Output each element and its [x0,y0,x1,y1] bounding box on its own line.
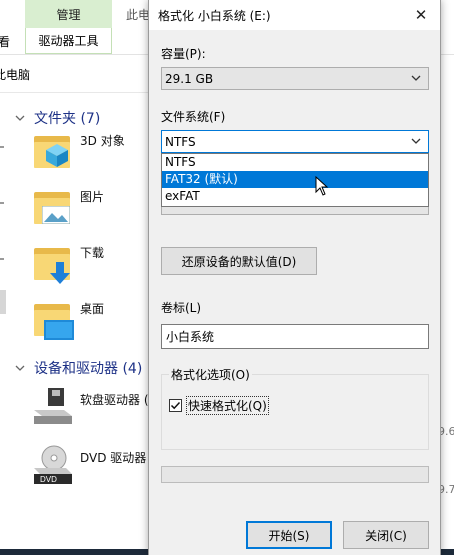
filesystem-option-ntfs[interactable]: NTFS [162,154,428,171]
quick-format-checkbox-row[interactable]: 快速格式化(Q) [169,396,269,415]
chevron-down-icon [411,75,421,81]
3d-objects-folder-icon [30,130,74,174]
device-item-label: 软盘驱动器 ( [80,392,149,407]
folder-item-pictures[interactable]: 图片 [30,186,104,230]
ribbon-tab-manage-label: 管理 [56,7,81,22]
volume-label-value: 小白系统 [166,330,215,344]
format-dialog: 格式化 小白系统 (E:) ✕ 容量(P): 29.1 GB 文件系统(F) N… [148,0,441,555]
ribbon-tab-manage[interactable]: 管理 [25,0,112,28]
filesystem-select[interactable]: NTFS [161,130,429,153]
close-icon[interactable]: ✕ [402,0,440,30]
restore-defaults-button[interactable]: 还原设备的默认值(D) [161,247,317,275]
chevron-down-icon [15,115,25,121]
chevron-down-icon [15,365,25,371]
address-divider [0,92,150,93]
capacity-select[interactable]: 29.1 GB [161,67,429,90]
dvd-drive-icon: DVD [30,442,74,486]
mouse-cursor-icon [315,176,329,196]
filesystem-option-exfat[interactable]: exFAT [162,188,428,205]
device-item-dvd[interactable]: DVD DVD 驱动器 [30,442,146,486]
nav-pane-marker [0,146,4,148]
volume-label-input[interactable]: 小白系统 [161,324,429,349]
close-button[interactable]: 关闭(C) [343,521,429,549]
device-item-floppy[interactable]: 软盘驱动器 ( [30,384,149,428]
quick-format-label: 快速格式化(Q) [186,396,269,415]
filesystem-label: 文件系统(F) [161,110,226,124]
device-item-label: DVD 驱动器 [80,450,147,465]
address-bar[interactable]: 此电脑 [0,62,150,86]
folder-item-label: 3D 对象 [80,133,125,148]
capacity-value: 29.1 GB [165,71,214,86]
ribbon-drive-tools-label: 驱动器工具 [38,34,99,48]
folder-item-desktop[interactable]: 桌面 [30,298,104,342]
folder-item-3d-objects[interactable]: 3D 对象 [30,130,125,174]
pictures-folder-icon [30,186,74,230]
folder-item-downloads[interactable]: 下载 [30,242,104,286]
quick-format-checkbox[interactable] [169,399,182,412]
folder-item-label: 桌面 [80,301,105,316]
address-text: 此电脑 [0,67,31,82]
ribbon-tab-this-pc[interactable]: 此电 [126,6,150,23]
dialog-title: 格式化 小白系统 (E:) [158,8,271,23]
filesystem-option-fat32[interactable]: FAT32 (默认) [162,171,428,188]
group-header-devices[interactable]: 设备和驱动器 (4) [14,358,142,378]
downloads-folder-icon [30,242,74,286]
filesystem-dropdown-list: NTFS FAT32 (默认) exFAT [161,153,429,207]
nav-pane-marker [0,258,4,260]
svg-text:DVD: DVD [40,475,57,484]
checkmark-icon [170,401,181,410]
volume-label-label: 卷标(L) [161,301,202,315]
folder-item-label: 图片 [80,189,105,204]
ribbon-tab-view[interactable]: 查看 [0,28,24,54]
start-button[interactable]: 开始(S) [246,521,332,549]
format-options-label: 格式化选项(O) [169,366,252,383]
nav-pane-scroll-thumb[interactable] [0,290,6,314]
dialog-titlebar: 格式化 小白系统 (E:) ✕ [149,0,440,30]
ribbon-drive-tools[interactable]: 驱动器工具 [25,28,112,54]
group-header-folders[interactable]: 文件夹 (7) [14,108,100,128]
filesystem-value: NTFS [165,134,196,149]
ribbon-tab-view-label: 查看 [0,34,11,49]
floppy-drive-icon [30,384,74,428]
desktop-folder-icon [30,298,74,342]
group-header-folders-label: 文件夹 (7) [34,111,101,127]
chevron-down-icon [411,138,421,144]
nav-pane-marker [0,202,4,204]
group-header-devices-label: 设备和驱动器 (4) [34,361,143,377]
format-progress-bar [161,466,429,483]
capacity-label: 容量(P): [161,47,206,61]
folder-item-label: 下载 [80,245,105,260]
